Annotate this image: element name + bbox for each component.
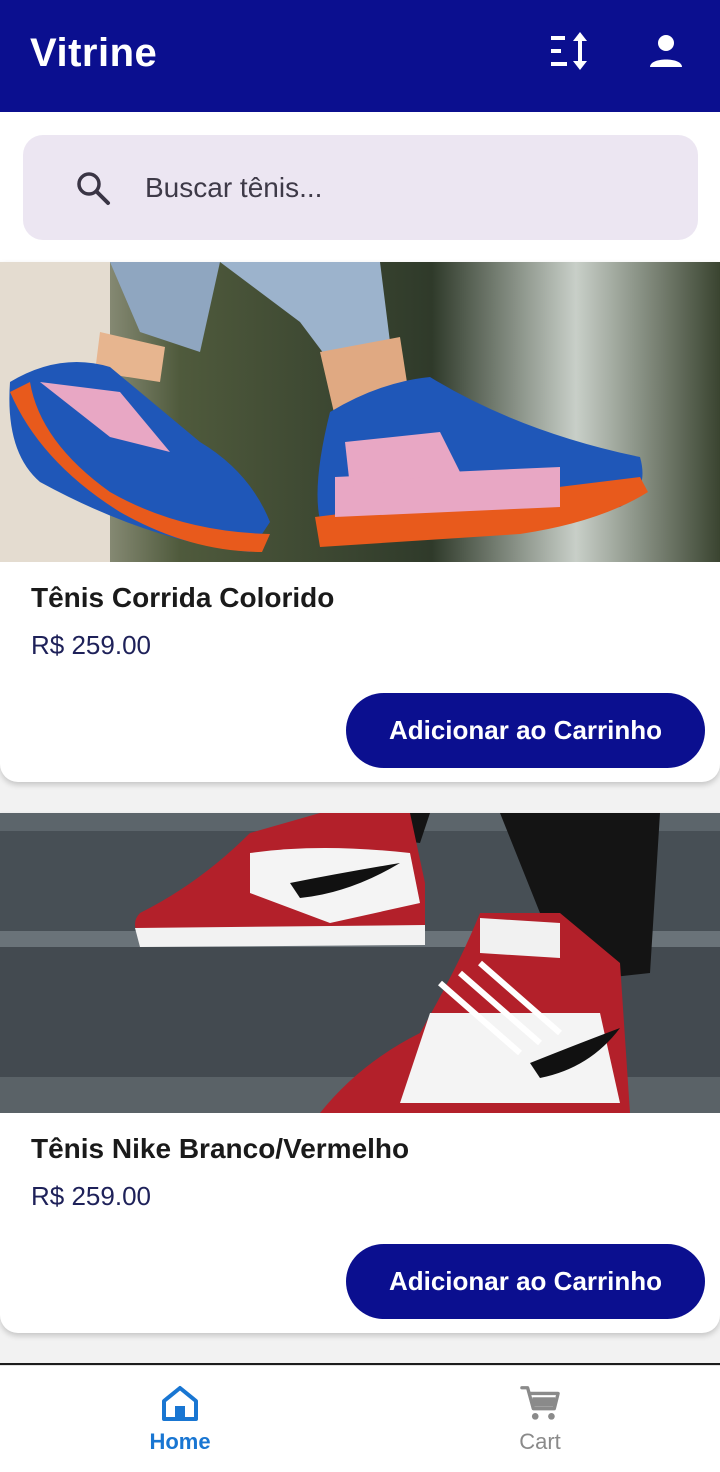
nav-label-cart: Cart bbox=[519, 1429, 561, 1454]
product-price: R$ 259.00 bbox=[31, 630, 151, 660]
sort-button[interactable] bbox=[546, 27, 594, 75]
nav-label-home: Home bbox=[149, 1429, 211, 1454]
product-name: Tênis Nike Branco/Vermelho bbox=[31, 1133, 410, 1164]
person-icon bbox=[650, 35, 682, 67]
product-price: R$ 259.00 bbox=[31, 1181, 151, 1211]
search-input[interactable] bbox=[143, 170, 623, 205]
profile-button[interactable] bbox=[642, 27, 690, 75]
add-to-cart-button[interactable]: Adicionar ao Carrinho bbox=[346, 1244, 705, 1319]
product-image bbox=[0, 262, 720, 562]
cart-icon bbox=[520, 1383, 560, 1423]
nav-item-cart[interactable]: Cart bbox=[360, 1366, 720, 1472]
bottom-navigation: Home Cart bbox=[0, 1365, 720, 1472]
search-icon bbox=[73, 168, 113, 208]
app-bar: Vitrine bbox=[0, 0, 720, 112]
product-image bbox=[0, 813, 720, 1113]
search-bar[interactable] bbox=[23, 135, 698, 240]
search-section bbox=[0, 112, 720, 262]
product-name: Tênis Corrida Colorido bbox=[31, 582, 335, 613]
sort-icon bbox=[551, 32, 587, 70]
app-title: Vitrine bbox=[30, 30, 158, 75]
add-to-cart-button[interactable]: Adicionar ao Carrinho bbox=[346, 693, 705, 768]
product-card: Tênis Nike Branco/Vermelho R$ 259.00 Adi… bbox=[0, 813, 720, 1333]
nav-item-home[interactable]: Home bbox=[0, 1366, 360, 1472]
product-card: Tênis Corrida Colorido R$ 259.00 Adicion… bbox=[0, 262, 720, 782]
home-icon bbox=[160, 1383, 200, 1423]
